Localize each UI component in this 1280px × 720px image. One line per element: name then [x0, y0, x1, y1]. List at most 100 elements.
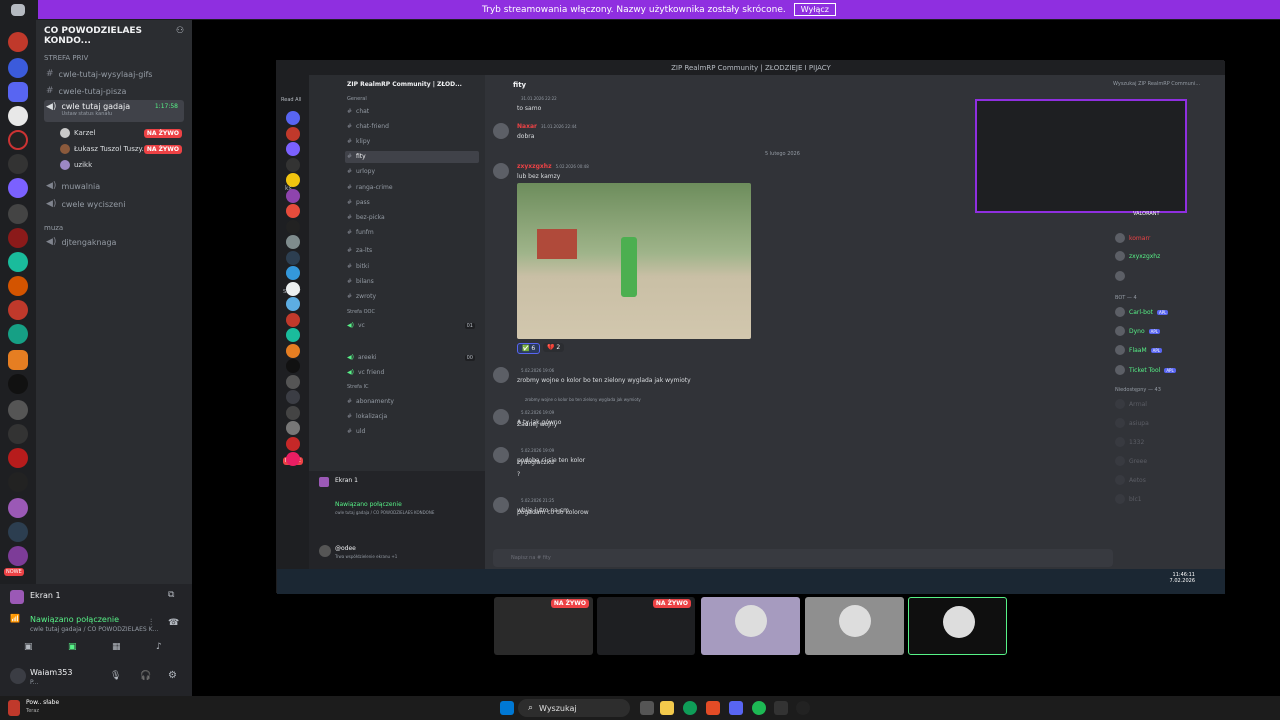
voice-channel-item[interactable]: ◀) areeki 00 — [345, 352, 479, 364]
voice-user[interactable]: Karzel NA ŻYWO — [60, 128, 188, 138]
server-icon[interactable] — [286, 266, 300, 280]
connection-channel[interactable]: cwle tutaj gadaja / CO POWODZIELAES KOND… — [335, 510, 434, 515]
server-icon[interactable] — [8, 130, 28, 150]
member-item-offline[interactable]: Greee — [1115, 456, 1147, 466]
member-item-offline[interactable]: blc1 — [1115, 494, 1142, 504]
server-icon[interactable] — [286, 281, 300, 296]
discord-icon[interactable] — [729, 701, 743, 715]
server-icon[interactable] — [8, 400, 28, 420]
settings-gear-icon[interactable]: ⚙ — [168, 670, 177, 681]
avatar[interactable] — [493, 447, 509, 463]
microphone-icon[interactable]: 🎙 — [110, 671, 121, 681]
member-item[interactable]: Ticket Tool APL — [1115, 365, 1176, 375]
category-header[interactable]: General — [347, 96, 367, 102]
voice-channel-active[interactable]: ◀) cwle tutaj gadaja Ustaw status kanału… — [44, 100, 184, 122]
channel-item[interactable]: # klipy — [345, 135, 479, 147]
reaction-chip[interactable]: ✅ 6 — [517, 343, 541, 354]
reaction-chip[interactable]: 💔 2 — [543, 343, 565, 352]
server-icon[interactable] — [286, 328, 300, 342]
server-icon[interactable] — [8, 58, 28, 78]
avatar[interactable] — [493, 123, 509, 139]
server-icon[interactable] — [8, 252, 28, 272]
stream-tile[interactable] — [908, 597, 1007, 655]
member-item[interactable]: FlaaM APL — [1115, 345, 1163, 355]
soundboard-icon[interactable]: ♪ — [156, 642, 162, 652]
category-header[interactable]: STREFA PRIV — [44, 54, 88, 62]
server-icon[interactable] — [286, 204, 300, 218]
user-name[interactable]: @odee — [335, 545, 356, 552]
member-item[interactable]: komarr — [1115, 233, 1150, 243]
member-item[interactable]: zxyxzgxhz — [1115, 251, 1160, 261]
server-icon[interactable] — [8, 448, 28, 468]
server-icon[interactable] — [8, 228, 28, 248]
server-icon[interactable] — [8, 350, 28, 370]
channel-item[interactable]: # chat-friend — [345, 120, 479, 132]
server-name[interactable]: CO POWODZIELAES KONDO... — [44, 26, 192, 46]
user-name[interactable]: Waiam353 — [30, 668, 73, 677]
member-item[interactable] — [1115, 271, 1129, 281]
signal-icon[interactable]: 📶 — [10, 614, 24, 624]
member-item-offline[interactable]: Aetos — [1115, 475, 1146, 485]
channel-item[interactable]: # cwele-tutaj-pisza — [44, 83, 184, 99]
category-header[interactable]: muza — [44, 224, 63, 232]
stream-tile[interactable]: NA ŻYWO — [494, 597, 593, 655]
activities-icon[interactable]: ▦ — [112, 642, 121, 652]
server-icon[interactable] — [286, 157, 300, 172]
spotify-icon[interactable] — [752, 701, 766, 715]
server-icon[interactable] — [8, 32, 28, 52]
voice-user[interactable]: Łukasz Tuszol Tuszy... NA ŻYWO — [60, 144, 188, 154]
screen-share-icon[interactable]: ▣ — [68, 642, 77, 652]
message-input[interactable]: Napisz na # fity — [493, 549, 1113, 567]
category-header[interactable]: Strefa IC — [347, 384, 369, 390]
message-author[interactable]: Naxar — [517, 123, 537, 130]
member-item[interactable]: Carl-bot APL — [1115, 307, 1169, 317]
channel-item[interactable]: # lokalizacja — [345, 410, 479, 422]
notification-icon[interactable] — [8, 700, 20, 716]
category-header[interactable]: Strefa OOC — [347, 309, 375, 315]
channel-item[interactable]: # bitki — [345, 260, 479, 272]
taskbar-search[interactable]: ⌕ Wyszukaj — [518, 699, 630, 717]
member-item-offline[interactable]: asiupa — [1115, 418, 1149, 428]
channel-item[interactable]: # funfm — [345, 227, 479, 239]
channel-item[interactable]: # abonamenty — [345, 395, 479, 407]
channel-item[interactable]: ◀) cwele wyciszeni — [44, 196, 184, 212]
windows-start-icon[interactable] — [500, 701, 514, 715]
server-icon[interactable] — [286, 142, 300, 156]
server-icon[interactable] — [8, 374, 28, 394]
inner-search[interactable]: Wyszukaj ZIP RealmRP Communi... — [1113, 81, 1200, 87]
stream-tile[interactable] — [805, 597, 904, 655]
server-icon[interactable] — [286, 405, 300, 420]
server-icon[interactable] — [286, 297, 300, 311]
message-author[interactable]: zxyxzgxhz — [517, 163, 552, 170]
member-item-offline[interactable]: Arrnal — [1115, 399, 1147, 409]
server-icon[interactable] — [286, 219, 300, 234]
stream-tile[interactable]: NA ŻYWO — [597, 597, 695, 655]
server-icon[interactable] — [286, 173, 300, 187]
server-icon[interactable] — [8, 154, 28, 174]
channel-item[interactable]: # cwle-tutaj-wysylaaj-gifs — [44, 66, 184, 82]
connection-channel[interactable]: cwle tutaj gadaja / CO POWODZIELAES K... — [30, 626, 158, 633]
avatar[interactable] — [493, 497, 509, 513]
app-icon[interactable] — [774, 701, 788, 715]
stream-tile[interactable] — [701, 597, 800, 655]
voice-channel-item[interactable]: ◀) vc 01 — [345, 320, 479, 332]
server-icon[interactable] — [286, 312, 300, 327]
headphones-icon[interactable]: 🎧 — [140, 671, 151, 681]
server-icon-active[interactable] — [8, 106, 28, 126]
server-icon[interactable] — [286, 359, 300, 373]
add-member-icon[interactable]: ⚇ — [176, 26, 184, 36]
member-item-offline[interactable]: 1332 — [1115, 437, 1144, 447]
avatar[interactable] — [493, 409, 509, 425]
channel-item[interactable]: # ranga-crime — [345, 181, 479, 193]
channel-item[interactable]: # urlopy — [345, 166, 479, 178]
channel-item[interactable]: # bilans — [345, 275, 479, 287]
disconnect-icon[interactable]: ☎ — [168, 618, 179, 628]
stream-window[interactable]: ZIP RealmRP Community | ZŁODZIEJE I PIJA… — [276, 60, 1225, 594]
image-attachment[interactable] — [517, 183, 751, 339]
obs-icon[interactable] — [796, 701, 810, 715]
channel-item[interactable]: # zwroty — [345, 290, 479, 302]
noise-icon[interactable]: ⫶ — [150, 618, 152, 628]
avatar[interactable] — [10, 668, 26, 684]
camera-off-icon[interactable]: ▣ — [24, 642, 33, 652]
avatar[interactable] — [493, 367, 509, 383]
